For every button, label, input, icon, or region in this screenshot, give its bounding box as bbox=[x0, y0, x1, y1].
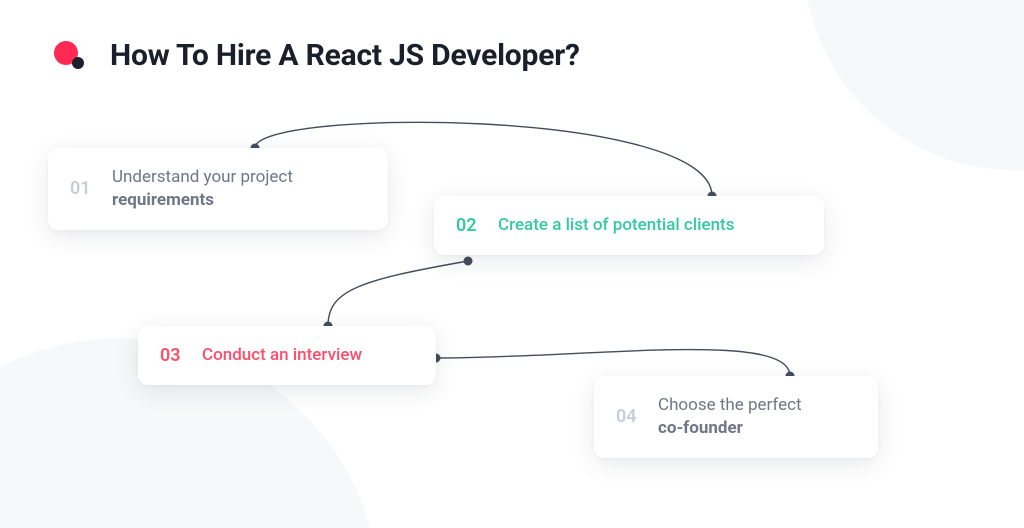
step-text: Choose the perfect co-founder bbox=[658, 394, 802, 440]
step-number: 01 bbox=[70, 178, 96, 199]
step-card-4: 04 Choose the perfect co-founder bbox=[594, 376, 878, 458]
step-text: Create a list of potential clients bbox=[498, 214, 734, 237]
step-number: 03 bbox=[160, 345, 186, 366]
step-card-1: 01 Understand your project requirements bbox=[48, 148, 388, 230]
step-text: Conduct an interview bbox=[202, 344, 362, 367]
page-title: How To Hire A React JS Developer? bbox=[110, 38, 580, 73]
step-number: 02 bbox=[456, 215, 482, 236]
step-line1: Choose the perfect bbox=[658, 395, 802, 415]
step-line2: co-founder bbox=[658, 418, 743, 438]
step-number: 04 bbox=[616, 406, 642, 427]
step-text: Understand your project requirements bbox=[112, 166, 293, 212]
header: How To Hire A React JS Developer? bbox=[54, 38, 580, 73]
step-card-2: 02 Create a list of potential clients bbox=[434, 196, 824, 255]
step-card-3: 03 Conduct an interview bbox=[138, 326, 436, 385]
step-line2: requirements bbox=[112, 190, 214, 210]
step-line1: Understand your project bbox=[112, 167, 293, 187]
diagram-canvas: 01 Understand your project requirements … bbox=[0, 0, 1024, 528]
logo-icon bbox=[54, 39, 88, 73]
